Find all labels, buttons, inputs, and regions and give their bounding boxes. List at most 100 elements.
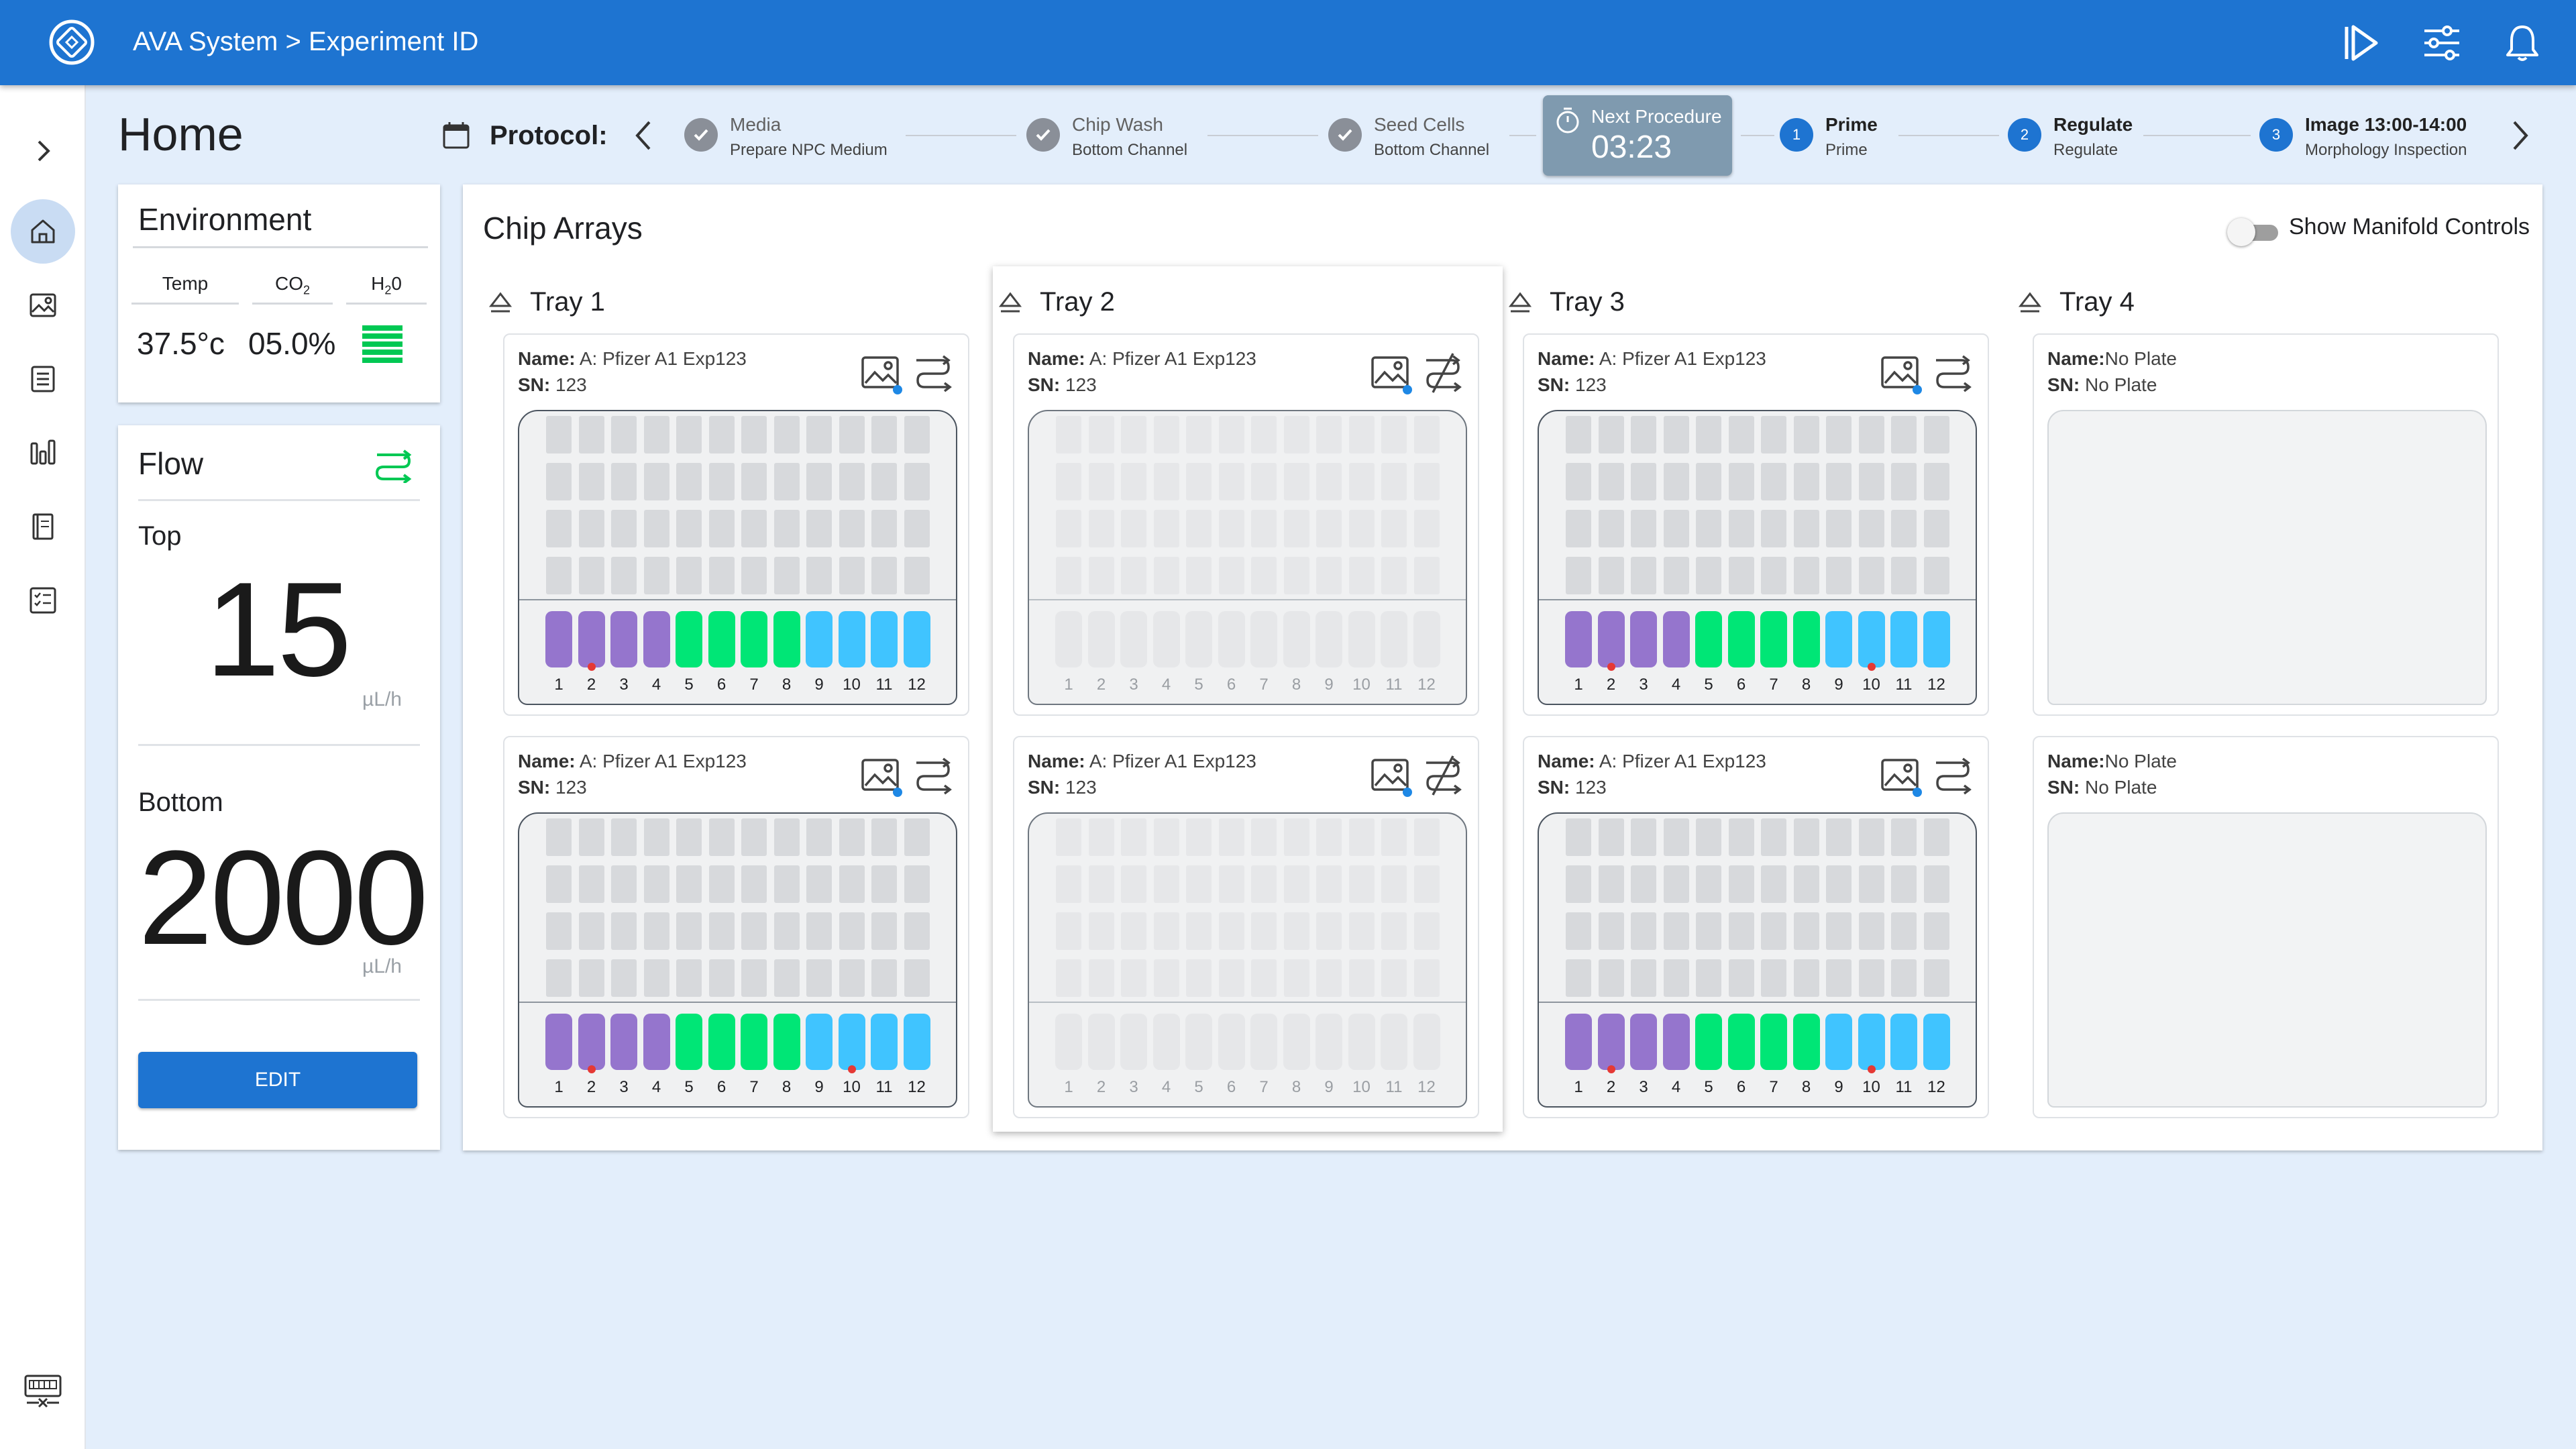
chip-well[interactable] (904, 959, 930, 997)
channel-bar[interactable] (578, 611, 605, 667)
channel-bar[interactable] (676, 1014, 702, 1070)
chip-well[interactable] (1826, 959, 1851, 997)
channel-bar[interactable] (1055, 1014, 1082, 1070)
chip-well[interactable] (904, 510, 930, 547)
chip-well[interactable] (1891, 959, 1917, 997)
eject-icon[interactable] (1507, 288, 1534, 315)
chip-well[interactable] (1088, 557, 1114, 594)
notifications-bell-icon[interactable] (2498, 19, 2546, 67)
chip-well[interactable] (1891, 557, 1917, 594)
chip-well[interactable] (1153, 416, 1179, 453)
chip-well[interactable] (1598, 557, 1624, 594)
channel-bar[interactable] (1152, 611, 1180, 667)
chip-well[interactable] (578, 416, 604, 453)
eject-icon[interactable] (997, 288, 1024, 315)
chip-well[interactable] (1696, 416, 1721, 453)
chip-well[interactable] (1663, 463, 1689, 500)
chip-well[interactable] (1923, 959, 1949, 997)
chip-well[interactable] (904, 416, 930, 453)
chip-well[interactable] (1348, 510, 1375, 547)
channel-bar[interactable] (1185, 1014, 1212, 1070)
chip-well[interactable] (546, 557, 572, 594)
chip-well[interactable] (1283, 912, 1309, 950)
chip-well[interactable] (904, 557, 930, 594)
chip-well[interactable] (1858, 912, 1884, 950)
channel-bar[interactable] (1152, 1014, 1180, 1070)
channel-bar[interactable] (1890, 611, 1917, 667)
protocol-step-prime[interactable]: 1 Prime Prime (1780, 113, 1878, 164)
chip-well[interactable] (1251, 463, 1277, 500)
channel-bar[interactable] (1055, 611, 1082, 667)
channel-bar[interactable] (1413, 1014, 1440, 1070)
chip-well[interactable] (1088, 510, 1114, 547)
chip-well[interactable] (1348, 416, 1375, 453)
chip-well[interactable] (839, 510, 865, 547)
chip-well[interactable] (611, 463, 637, 500)
chip-well[interactable] (1598, 959, 1624, 997)
chip-well[interactable] (546, 818, 572, 856)
channel-bar[interactable] (1381, 1014, 1407, 1070)
calendar-icon[interactable] (441, 121, 471, 154)
chip-well[interactable] (773, 818, 800, 856)
channel-bar[interactable] (1792, 1014, 1820, 1070)
chip-well[interactable] (904, 818, 930, 856)
channel-bar[interactable] (1760, 1014, 1787, 1070)
channel-bar[interactable] (1250, 1014, 1277, 1070)
chip-well[interactable] (578, 818, 604, 856)
chip-well[interactable] (773, 510, 800, 547)
chip-well[interactable] (1121, 463, 1146, 500)
chip-well[interactable] (839, 865, 865, 903)
chip-well[interactable] (1663, 865, 1689, 903)
channel-bar[interactable] (1825, 1014, 1852, 1070)
chip-well[interactable] (546, 416, 572, 453)
channel-bar[interactable] (545, 611, 572, 667)
protocol-step-media[interactable]: Media Prepare NPC Medium (684, 113, 888, 164)
nav-analytics-icon[interactable] (11, 421, 75, 485)
tray-header[interactable]: Tray 1 (487, 282, 605, 322)
chip-well[interactable] (1761, 416, 1786, 453)
chip-well[interactable] (1251, 818, 1277, 856)
plate-image-icon[interactable] (1370, 755, 1413, 798)
chip-well[interactable] (1826, 865, 1851, 903)
flow-route-icon[interactable] (912, 755, 954, 796)
chip-well[interactable] (1631, 865, 1656, 903)
chip-well[interactable] (1566, 557, 1591, 594)
channel-bar[interactable] (1727, 611, 1755, 667)
chip-well[interactable] (708, 865, 735, 903)
chip-well[interactable] (1891, 912, 1917, 950)
chip-well[interactable] (1153, 510, 1179, 547)
chip-well[interactable] (806, 912, 832, 950)
chip-well[interactable] (1186, 416, 1212, 453)
chip-well[interactable] (1348, 912, 1375, 950)
chip-well[interactable] (773, 557, 800, 594)
channel-bar[interactable] (1348, 611, 1375, 667)
chip-well[interactable] (578, 959, 604, 997)
chip-well[interactable] (1826, 912, 1851, 950)
chip-well[interactable] (1218, 959, 1244, 997)
chip-well[interactable] (1923, 912, 1949, 950)
channel-bar[interactable] (1381, 611, 1407, 667)
chip-well[interactable] (1858, 959, 1884, 997)
chip-well[interactable] (578, 912, 604, 950)
chip-well[interactable] (611, 510, 637, 547)
channel-bar[interactable] (578, 1014, 605, 1070)
chip-well[interactable] (1088, 818, 1114, 856)
chip-well[interactable] (1696, 959, 1721, 997)
chip-well[interactable] (1121, 557, 1146, 594)
chip-well[interactable] (1598, 865, 1624, 903)
chip-well[interactable] (611, 416, 637, 453)
channel-bar[interactable] (1792, 611, 1820, 667)
chip-well[interactable] (839, 818, 865, 856)
chip-well[interactable] (1891, 463, 1917, 500)
chip-well[interactable] (1088, 912, 1114, 950)
chip-well[interactable] (1728, 818, 1754, 856)
chip-plate[interactable]: Name: A: Pfizer A1 Exp123 SN: 123 1 2 3 4 5 6 7… (1523, 736, 1989, 1118)
protocol-prev-chevron-icon[interactable] (631, 118, 655, 156)
chip-well[interactable] (1793, 818, 1819, 856)
chip-well[interactable] (1631, 818, 1656, 856)
chip-well[interactable] (1283, 557, 1309, 594)
channel-bar[interactable] (545, 1014, 572, 1070)
chip-well[interactable] (1186, 463, 1212, 500)
chip-well[interactable] (1728, 416, 1754, 453)
chip-well[interactable] (1153, 912, 1179, 950)
